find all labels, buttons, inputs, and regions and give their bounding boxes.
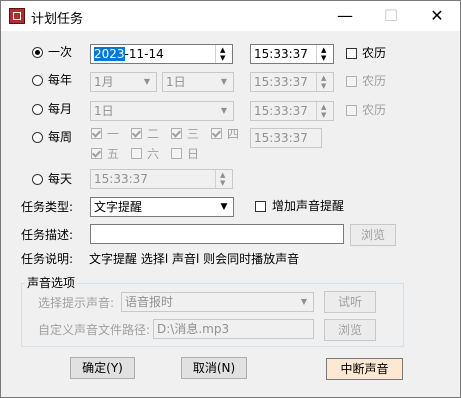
once-lunar-label: 农历 (362, 46, 387, 60)
weekday-checkbox-tue[interactable] (131, 128, 142, 139)
weekday-checkbox-sat[interactable] (131, 148, 142, 159)
once-time-picker[interactable]: 15:33:37 ▲ ▼ (250, 44, 334, 64)
yearly-time-picker[interactable]: 15:33:37 ▲ ▼ (250, 72, 334, 92)
weekly-label: 每周 (48, 130, 73, 144)
weekday-label-sat: 六 (147, 147, 160, 161)
monthly-time-picker[interactable]: 15:33:37 ▲ ▼ (250, 101, 334, 121)
choose-sound-value: 语音报时 (125, 295, 174, 309)
custom-sound-path-label: 自定义声音文件路径: (38, 323, 151, 337)
monthly-label: 每月 (48, 102, 73, 116)
ok-button[interactable]: 确定(Y) (70, 357, 135, 379)
task-type-label: 任务类型: (21, 200, 74, 214)
weekday-label-fri: 五 (107, 147, 120, 161)
monthly-lunar-label: 农历 (362, 103, 387, 117)
choose-sound-select[interactable]: 语音报时 ▼ (121, 292, 314, 312)
sound-options-title: 声音选项 (25, 276, 78, 290)
radio-daily[interactable] (32, 174, 43, 185)
sound-reminder-checkbox[interactable] (255, 201, 266, 212)
daily-time-value: 15:33:37 (94, 172, 148, 186)
daily-label: 每天 (48, 172, 73, 186)
weekday-label-sun: 日 (187, 147, 200, 161)
weekday-label-thu: 四 (227, 127, 240, 141)
custom-sound-path-input[interactable]: D:\消息.mp3 (153, 319, 314, 339)
yearly-label: 每年 (48, 73, 73, 87)
yearly-time-value: 15:33:37 (254, 75, 308, 89)
weekday-checkbox-mon[interactable] (91, 128, 102, 139)
weekday-checkbox-wed[interactable] (171, 128, 182, 139)
monthly-time-value: 15:33:37 (254, 104, 308, 118)
radio-weekly[interactable] (32, 132, 43, 143)
radio-once[interactable] (32, 47, 43, 58)
cancel-button[interactable]: 取消(N) (181, 357, 247, 379)
weekday-checkbox-thu[interactable] (211, 128, 222, 139)
once-time-value: 15:33:37 (254, 47, 308, 61)
radio-monthly[interactable] (32, 104, 43, 115)
task-desc-browse-button[interactable]: 浏览 (350, 224, 396, 246)
once-date-spinner[interactable]: ▲ ▼ (215, 45, 232, 63)
once-time-spinner[interactable]: ▲ ▼ (316, 45, 333, 63)
weekly-time-value: 15:33:37 (254, 131, 308, 145)
yearly-lunar-checkbox[interactable] (346, 76, 357, 87)
weekday-checkbox-fri[interactable] (91, 148, 102, 159)
minimize-button[interactable]: — (322, 1, 368, 31)
sound-reminder-label: 增加声音提醒 (272, 199, 345, 213)
scheduled-task-window: 计划任务 — ☐ ✕ 一次 2023-11-14 ▲ ▼ 15:33:37 ▲ ▼ … (0, 0, 461, 398)
once-lunar-checkbox[interactable] (346, 48, 357, 59)
task-desc-label: 任务描述: (21, 228, 74, 242)
custom-sound-path-value: D:\消息.mp3 (157, 322, 230, 336)
chevron-down-icon: ▼ (143, 77, 151, 86)
listen-button[interactable]: 试听 (324, 291, 376, 313)
weekday-label-wed: 三 (187, 127, 200, 141)
stop-sound-button[interactable]: 中断声音 (326, 358, 403, 380)
chevron-down-icon: ▼ (220, 77, 228, 86)
task-type-select[interactable]: 文字提醒 ▼ (90, 197, 234, 217)
chevron-down-icon: ▼ (220, 202, 228, 212)
yearly-month-value: 1月 (94, 75, 114, 89)
daily-time-spinner[interactable]: ▲ ▼ (215, 170, 232, 188)
yearly-day-select[interactable]: 1日 ▼ (162, 72, 234, 92)
once-label: 一次 (48, 45, 73, 59)
task-note-label: 任务说明: (21, 252, 74, 266)
chevron-down-icon: ▼ (300, 297, 308, 306)
task-desc-input[interactable] (90, 224, 344, 244)
once-date-picker[interactable]: 2023-11-14 ▲ ▼ (90, 44, 233, 64)
once-date-rest: -11-14 (124, 47, 164, 61)
custom-sound-browse-button[interactable]: 浏览 (324, 319, 376, 341)
title-bar: 计划任务 — ☐ ✕ (1, 1, 460, 31)
monthly-lunar-checkbox[interactable] (346, 105, 357, 116)
weekday-label-tue: 二 (147, 127, 160, 141)
weekday-checkbox-sun[interactable] (171, 148, 182, 159)
once-date-year: 2023 (94, 47, 125, 61)
daily-time-picker[interactable]: 15:33:37 ▲ ▼ (90, 169, 233, 189)
maximize-button: ☐ (383, 6, 399, 25)
monthly-day-select[interactable]: 1日 ▼ (90, 101, 234, 121)
task-note-text: 文字提醒 选择l 声音l 则会同时播放声音 (89, 252, 300, 266)
weekday-label-mon: 一 (107, 127, 120, 141)
app-icon (9, 8, 25, 24)
chevron-down-icon: ▼ (220, 106, 228, 115)
yearly-day-value: 1日 (166, 75, 186, 89)
monthly-day-value: 1日 (94, 104, 114, 118)
task-type-value: 文字提醒 (94, 200, 143, 214)
monthly-time-spinner[interactable]: ▲ ▼ (316, 102, 333, 120)
window-title: 计划任务 (31, 12, 84, 27)
yearly-month-select[interactable]: 1月 ▼ (90, 72, 157, 92)
weekly-time-field[interactable]: 15:33:37 (250, 128, 322, 148)
yearly-lunar-label: 农历 (362, 74, 387, 88)
close-button[interactable]: ✕ (414, 1, 460, 31)
choose-sound-label: 选择提示声音: (38, 296, 115, 310)
radio-yearly[interactable] (32, 75, 43, 86)
yearly-time-spinner[interactable]: ▲ ▼ (316, 73, 333, 91)
